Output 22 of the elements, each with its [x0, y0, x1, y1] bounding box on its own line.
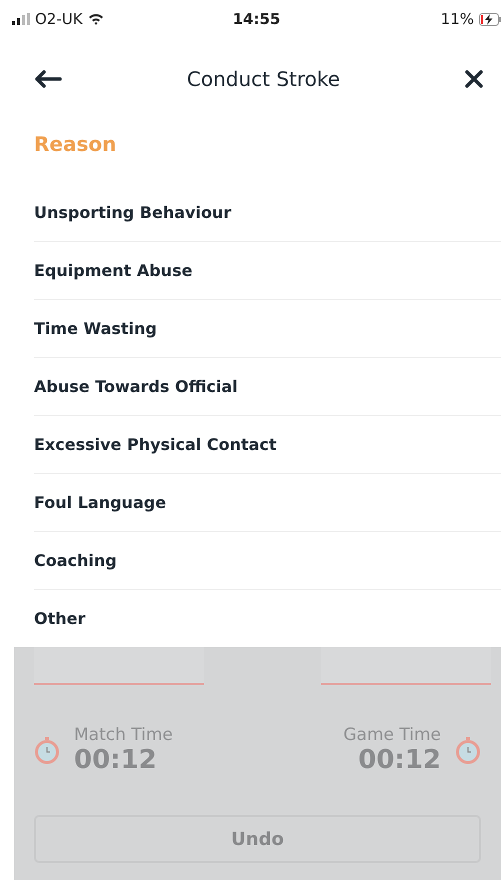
section-heading: Reason [33, 131, 118, 158]
battery-charging-icon [479, 12, 501, 26]
stopwatch-icon [34, 735, 60, 765]
timer-value: 00:12 [358, 745, 441, 775]
reason-item[interactable]: Equipment Abuse [34, 242, 501, 300]
screen-title: Conduct Stroke [186, 67, 340, 91]
wifi-icon [88, 13, 104, 25]
timer-value: 00:12 [74, 745, 158, 775]
reason-item[interactable]: Abuse Towards Official [34, 358, 501, 416]
status-time: 14:55 [232, 10, 280, 28]
reason-item[interactable]: Unsporting Behaviour [34, 184, 501, 242]
signal-icon [12, 13, 30, 25]
reason-item[interactable]: Time Wasting [34, 300, 501, 358]
timer-label: Game Time [343, 725, 441, 745]
battery-percent: 11% [440, 10, 474, 28]
timer-label: Match Time [74, 725, 173, 745]
carrier-name: O2-UK [35, 10, 83, 28]
reason-item[interactable]: Other [34, 590, 501, 647]
reason-item[interactable]: Foul Language [34, 474, 501, 532]
reason-item[interactable]: Coaching [34, 532, 501, 590]
reason-item[interactable]: Excessive Physical Contact [34, 416, 501, 474]
stopwatch-icon [455, 735, 481, 765]
